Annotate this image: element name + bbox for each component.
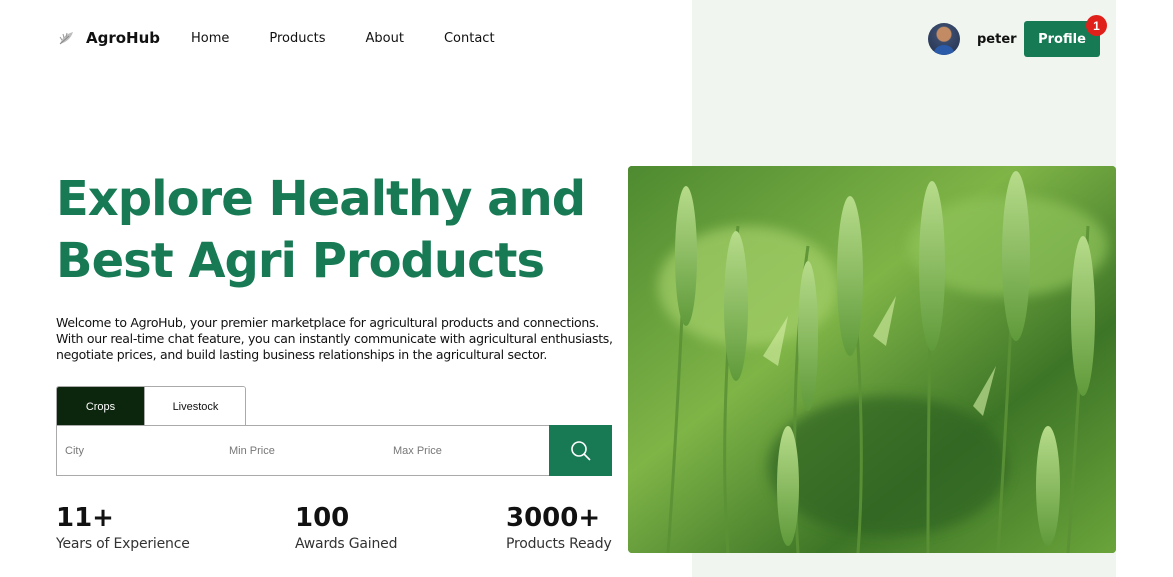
wheat-illustration <box>628 166 1116 553</box>
stat-label: Years of Experience <box>56 536 190 552</box>
search-button[interactable] <box>549 425 612 476</box>
tab-livestock[interactable]: Livestock <box>144 387 245 426</box>
hero-title-line1: Explore Healthy and <box>56 171 586 227</box>
stat-value: 11+ <box>56 503 114 533</box>
hero-description: Welcome to AgroHub, your premier marketp… <box>56 315 613 362</box>
stat-label: Awards Gained <box>295 536 398 552</box>
city-input[interactable] <box>57 426 221 475</box>
search-icon <box>570 440 591 461</box>
user-info[interactable]: peter <box>928 23 1017 55</box>
nav-contact[interactable]: Contact <box>444 31 495 46</box>
stat-value: 100 <box>295 503 350 533</box>
avatar[interactable] <box>928 23 960 55</box>
hero-title-line2: Best Agri Products <box>56 233 545 289</box>
stat-label: Products Ready <box>506 536 612 552</box>
stat-experience: 11+ Years of Experience <box>56 503 190 552</box>
main-nav: Home Products About Contact <box>191 31 535 46</box>
nav-home[interactable]: Home <box>191 31 229 46</box>
category-tabs: Crops Livestock <box>56 386 246 426</box>
notification-badge: 1 <box>1086 15 1107 36</box>
stat-value: 3000+ <box>506 503 601 533</box>
nav-products[interactable]: Products <box>269 31 325 46</box>
wheat-field-image <box>628 166 1116 553</box>
max-price-input[interactable] <box>385 426 549 475</box>
stat-products: 3000+ Products Ready <box>506 503 612 552</box>
logo-text: AgroHub <box>86 29 161 47</box>
hero-title: Explore Healthy and Best Agri Products <box>56 168 616 292</box>
tab-crops[interactable]: Crops <box>57 387 144 426</box>
nav-about[interactable]: About <box>366 31 404 46</box>
wheat-leaf-icon <box>59 32 73 45</box>
logo[interactable]: AgroHub <box>56 28 160 48</box>
min-price-input[interactable] <box>221 426 385 475</box>
search-bar <box>56 425 612 476</box>
username: peter <box>977 31 1017 47</box>
stat-awards: 100 Awards Gained <box>295 503 397 552</box>
